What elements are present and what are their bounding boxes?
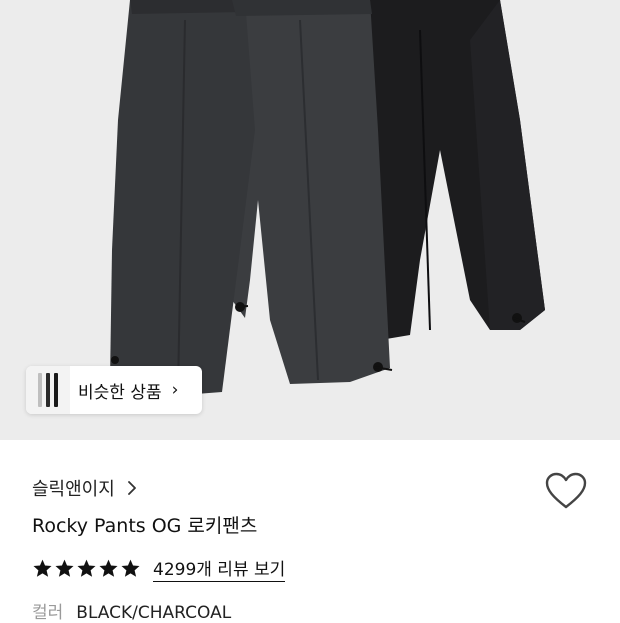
rating-stars (32, 558, 141, 579)
rating-row: 4299개 리뷰 보기 (32, 554, 286, 582)
product-title: Rocky Pants OG 로키팬츠 (32, 515, 258, 537)
brand-name: 슬릭앤이지 (32, 479, 115, 500)
chevron-right-icon (127, 481, 136, 495)
star-filled-icon (77, 559, 96, 577)
review-count-link[interactable]: 4299개 리뷰 보기 (153, 555, 286, 582)
star-filled-icon (121, 559, 140, 577)
heart-outline-icon[interactable] (545, 472, 587, 510)
similar-products-button[interactable]: 비슷한 상품 › (26, 366, 202, 414)
brand-link[interactable]: 슬릭앤이지 (32, 474, 137, 502)
product-image[interactable]: 비슷한 상품 › (0, 0, 620, 440)
star-filled-icon (99, 559, 118, 577)
color-label: 컬러 (32, 603, 64, 623)
color-value: BLACK/CHARCOAL (76, 603, 232, 623)
star-filled-icon (55, 559, 74, 577)
similar-products-thumbnail (26, 366, 70, 414)
star-filled-icon (33, 559, 52, 577)
similar-products-label: 비슷한 상품 (78, 382, 162, 403)
color-row: 컬러 BLACK/CHARCOAL (32, 598, 231, 623)
chevron-right-icon: › (171, 380, 179, 400)
